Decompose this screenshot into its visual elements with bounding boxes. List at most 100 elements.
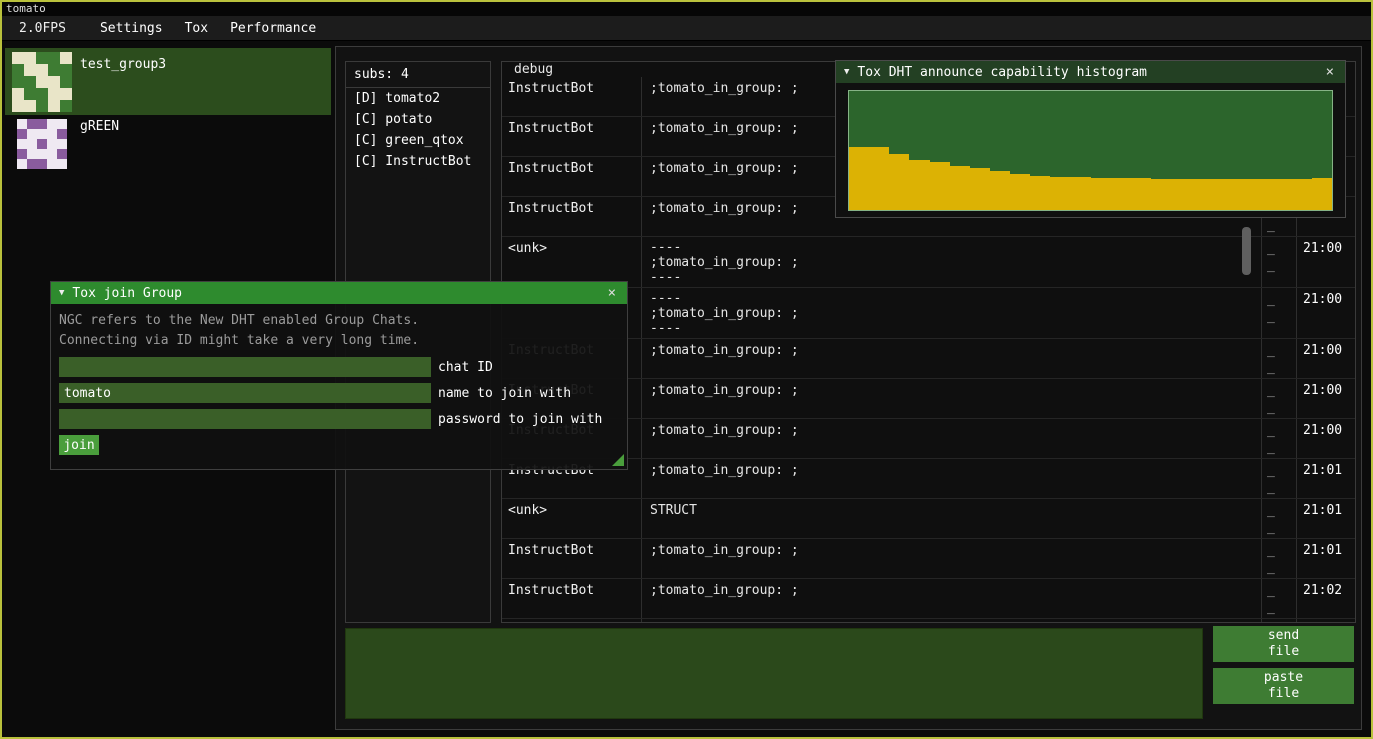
message-time: 21:01 [1297, 459, 1355, 498]
window-titlebar: tomato [2, 2, 1371, 16]
message-time: 21:00 [1297, 379, 1355, 418]
member-instructbot[interactable]: [C] InstructBot [346, 151, 490, 172]
join-password-label: password to join with [438, 412, 602, 427]
message-flags: _ _ [1262, 619, 1297, 622]
histogram-titlebar: ▼ Tox DHT announce capability histogram … [836, 61, 1345, 83]
group-item-green[interactable]: gREEN [5, 117, 331, 184]
group-name: gREEN [80, 119, 119, 184]
menu-tox[interactable]: Tox [174, 18, 219, 39]
histogram-bar [990, 171, 1010, 210]
histogram-bar [1131, 178, 1151, 210]
chat-id-label: chat ID [438, 360, 493, 375]
fps-counter: 2.0FPS [8, 18, 77, 39]
message-flags: _ _ [1262, 499, 1297, 538]
message-author: InstructBot [502, 579, 642, 618]
join-name-input[interactable] [59, 383, 431, 403]
ngc-info-line: NGC refers to the New DHT enabled Group … [59, 311, 619, 331]
scrollbar-thumb[interactable] [1242, 227, 1251, 275]
group-avatar [17, 119, 67, 169]
histogram-bar [1231, 179, 1251, 210]
histogram-bar [869, 147, 889, 210]
collapse-icon[interactable]: ▼ [844, 67, 849, 77]
send-file-button[interactable]: send file [1213, 626, 1354, 662]
message-flags: _ _ [1262, 379, 1297, 418]
histogram-bar [1272, 179, 1292, 210]
paste-file-button[interactable]: paste file [1213, 668, 1354, 704]
tab-debug[interactable]: debug [514, 62, 553, 77]
chat-message-row: InstructBot;tomato_in_group: ;_ _21:00 [502, 419, 1355, 459]
dht-histogram-window: ▼ Tox DHT announce capability histogram … [835, 60, 1346, 218]
close-icon[interactable]: × [1323, 64, 1337, 80]
join-dialog-titlebar: ▼ Tox join Group × [51, 282, 627, 304]
chat-message-row: <unk>---- ;tomato_in_group: ; ----_ _21:… [502, 237, 1355, 288]
message-author: InstructBot [502, 539, 642, 578]
subs-count: subs: 4 [346, 62, 490, 87]
histogram-bar [889, 154, 909, 210]
histogram-bar [930, 162, 950, 210]
chat-message-row: <unk>STRUCT_ _21:01 [502, 499, 1355, 539]
message-time: 21:01 [1297, 539, 1355, 578]
message-flags: _ _ [1262, 237, 1297, 287]
join-group-dialog: ▼ Tox join Group × NGC refers to the New… [50, 281, 628, 470]
join-button[interactable]: join [59, 435, 99, 455]
message-time: 21:01 [1297, 499, 1355, 538]
message-flags: _ _ [1262, 419, 1297, 458]
histogram-bar [970, 168, 990, 210]
message-text: ;tomato_in_group: ; [642, 379, 1262, 418]
histogram-bar [1070, 177, 1090, 210]
collapse-icon[interactable]: ▼ [59, 288, 64, 298]
histogram-bar [909, 160, 929, 210]
message-author: InstructBot [502, 157, 642, 196]
message-time: 21:00 [1297, 288, 1355, 338]
histogram-bar [1211, 179, 1231, 210]
member-green_qtox[interactable]: [C] green_qtox [346, 130, 490, 151]
message-text: ;tomato_in_group: ; [642, 419, 1262, 458]
histogram-title: Tox DHT announce capability histogram [857, 65, 1147, 80]
histogram-bar [1252, 179, 1272, 210]
message-input[interactable] [345, 628, 1203, 719]
chat-id-input[interactable] [59, 357, 431, 377]
join-name-row: name to join with [59, 383, 619, 403]
message-author: InstructBot [502, 197, 642, 236]
histogram-bar [1191, 179, 1211, 210]
member-potato[interactable]: [C] potato [346, 109, 490, 130]
message-author: InstructBot [502, 77, 642, 116]
group-name: test_group3 [80, 57, 166, 115]
histogram-plot [848, 90, 1333, 211]
resize-grip[interactable] [612, 454, 624, 466]
message-author: <unk> [502, 499, 642, 538]
histogram-bar [1050, 177, 1070, 210]
histogram-bar [1292, 179, 1312, 210]
message-author: InstructBot [502, 117, 642, 156]
histogram-bar [1171, 179, 1191, 210]
message-text: ;tomato_in_group: ; [642, 459, 1262, 498]
close-icon[interactable]: × [605, 285, 619, 301]
chat-message-row: InstructBot;tomato_in_group: ;_ _21:01 [502, 539, 1355, 579]
histogram-bar [849, 147, 869, 210]
message-flags: _ _ [1262, 339, 1297, 378]
message-text: ;tomato_in_group: ; [642, 539, 1262, 578]
join-password-row: password to join with [59, 409, 619, 429]
join-dialog-title: Tox join Group [72, 286, 182, 301]
chat-message-row: InstructBot;tomato_in_group: ;_ _21:00 [502, 339, 1355, 379]
histogram-bar [1091, 178, 1111, 210]
connect-info-line: Connecting via ID might take a very long… [59, 331, 619, 351]
chat-message-row: InstructBot;tomato_in_group: ;_ _21:02 [502, 579, 1355, 619]
message-text: STRUCT [642, 499, 1262, 538]
message-author: InstructBot [502, 619, 642, 622]
message-time: 21:02 [1297, 619, 1355, 622]
group-item-test_group3[interactable]: test_group3 [5, 48, 331, 115]
chat-message-row: InstructBot;tomato_in_group: ;_ _21:01 [502, 459, 1355, 499]
chat-message-row: <unk>---- ;tomato_in_group: ; ----_ _21:… [502, 288, 1355, 339]
group-avatar [12, 52, 72, 112]
message-flags: _ _ [1262, 579, 1297, 618]
message-text: ;tomato_in_group: ; [642, 579, 1262, 618]
menu-bar: 2.0FPS Settings Tox Performance [2, 16, 1371, 41]
menu-settings[interactable]: Settings [89, 18, 174, 39]
join-password-input[interactable] [59, 409, 431, 429]
message-flags: _ _ [1262, 539, 1297, 578]
message-time: 21:00 [1297, 419, 1355, 458]
histogram-bar [1111, 178, 1131, 210]
member-tomato2[interactable]: [D] tomato2 [346, 88, 490, 109]
menu-performance[interactable]: Performance [219, 18, 327, 39]
